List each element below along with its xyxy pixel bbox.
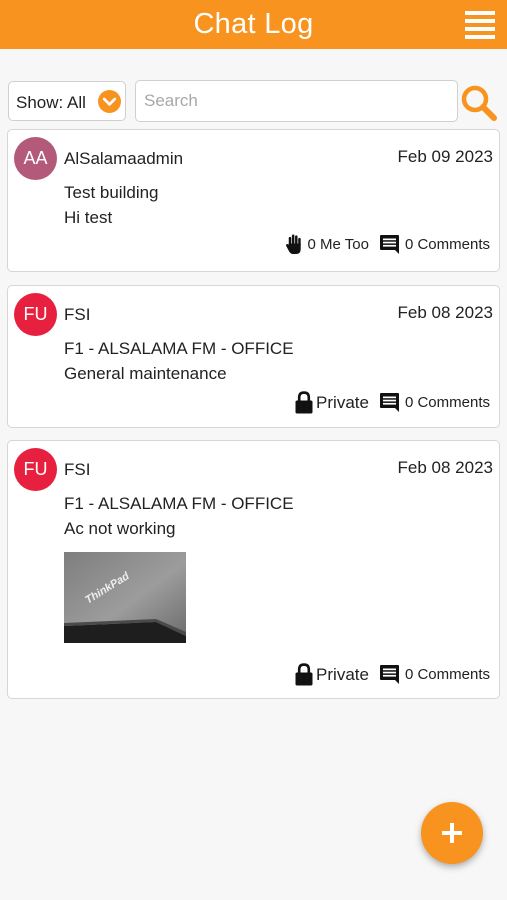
avatar-initials: AA: [23, 148, 48, 168]
post-author: FSI: [64, 305, 91, 324]
lock-icon: [295, 391, 313, 414]
post-message: Ac not working: [64, 519, 176, 538]
comments-count: 0 Comments: [404, 394, 490, 411]
comment-icon: [379, 665, 399, 684]
post-date: Feb 08 2023: [397, 458, 493, 477]
app-header: Chat Log: [0, 0, 507, 49]
comments-button[interactable]: 0 Comments: [379, 234, 490, 255]
chat-post[interactable]: AA AlSalamaadmin Feb 09 2023 Test buildi…: [7, 129, 500, 272]
post-location: Test building: [64, 183, 159, 202]
privacy-label: Private: [316, 664, 369, 684]
chevron-down-circle-icon: [98, 90, 121, 113]
magnifier-icon[interactable]: [460, 84, 498, 122]
search-input[interactable]: [135, 80, 458, 122]
lock-icon: [295, 663, 313, 686]
post-actions: Private 0 Comments: [285, 391, 490, 414]
chat-post[interactable]: FU FSI Feb 08 2023 F1 - ALSALAMA FM - OF…: [7, 440, 500, 699]
show-filter-dropdown[interactable]: Show: All: [8, 81, 126, 121]
avatar-initials: FU: [23, 459, 48, 479]
attachment-thumbnail[interactable]: ThinkPad: [64, 552, 186, 643]
privacy-indicator: Private: [295, 663, 369, 686]
post-location: F1 - ALSALAMA FM - OFFICE: [64, 339, 294, 358]
avatar: AA: [14, 137, 57, 180]
avatar: FU: [14, 448, 57, 491]
comments-count: 0 Comments: [404, 666, 490, 683]
avatar-initials: FU: [23, 304, 48, 324]
post-date: Feb 08 2023: [397, 303, 493, 322]
comment-icon: [379, 393, 399, 412]
me-too-count: 0 Me Too: [307, 236, 369, 253]
post-message: General maintenance: [64, 364, 227, 383]
post-message: Hi test: [64, 208, 113, 227]
show-filter-label: Show: All: [16, 93, 86, 112]
post-actions: Private 0 Comments: [285, 663, 490, 686]
chat-post[interactable]: FU FSI Feb 08 2023 F1 - ALSALAMA FM - OF…: [7, 285, 500, 428]
comment-icon: [379, 235, 399, 254]
comments-button[interactable]: 0 Comments: [379, 392, 490, 413]
post-location: F1 - ALSALAMA FM - OFFICE: [64, 494, 294, 513]
privacy-indicator: Private: [295, 391, 369, 414]
comments-count: 0 Comments: [404, 236, 490, 253]
comments-button[interactable]: 0 Comments: [379, 664, 490, 685]
raised-hand-icon: [285, 234, 301, 255]
me-too-button[interactable]: 0 Me Too: [285, 234, 369, 255]
add-post-button[interactable]: [421, 802, 483, 864]
avatar: FU: [14, 293, 57, 336]
post-author: FSI: [64, 460, 91, 479]
post-author: AlSalamaadmin: [64, 149, 184, 168]
hamburger-menu-icon[interactable]: [465, 10, 495, 39]
privacy-label: Private: [316, 392, 369, 412]
post-date: Feb 09 2023: [397, 147, 493, 166]
filter-bar: Show: All: [8, 80, 500, 122]
plus-icon: [442, 823, 462, 843]
page-title: Chat Log: [193, 8, 314, 40]
post-actions: 0 Me Too 0 Comments: [275, 234, 490, 255]
